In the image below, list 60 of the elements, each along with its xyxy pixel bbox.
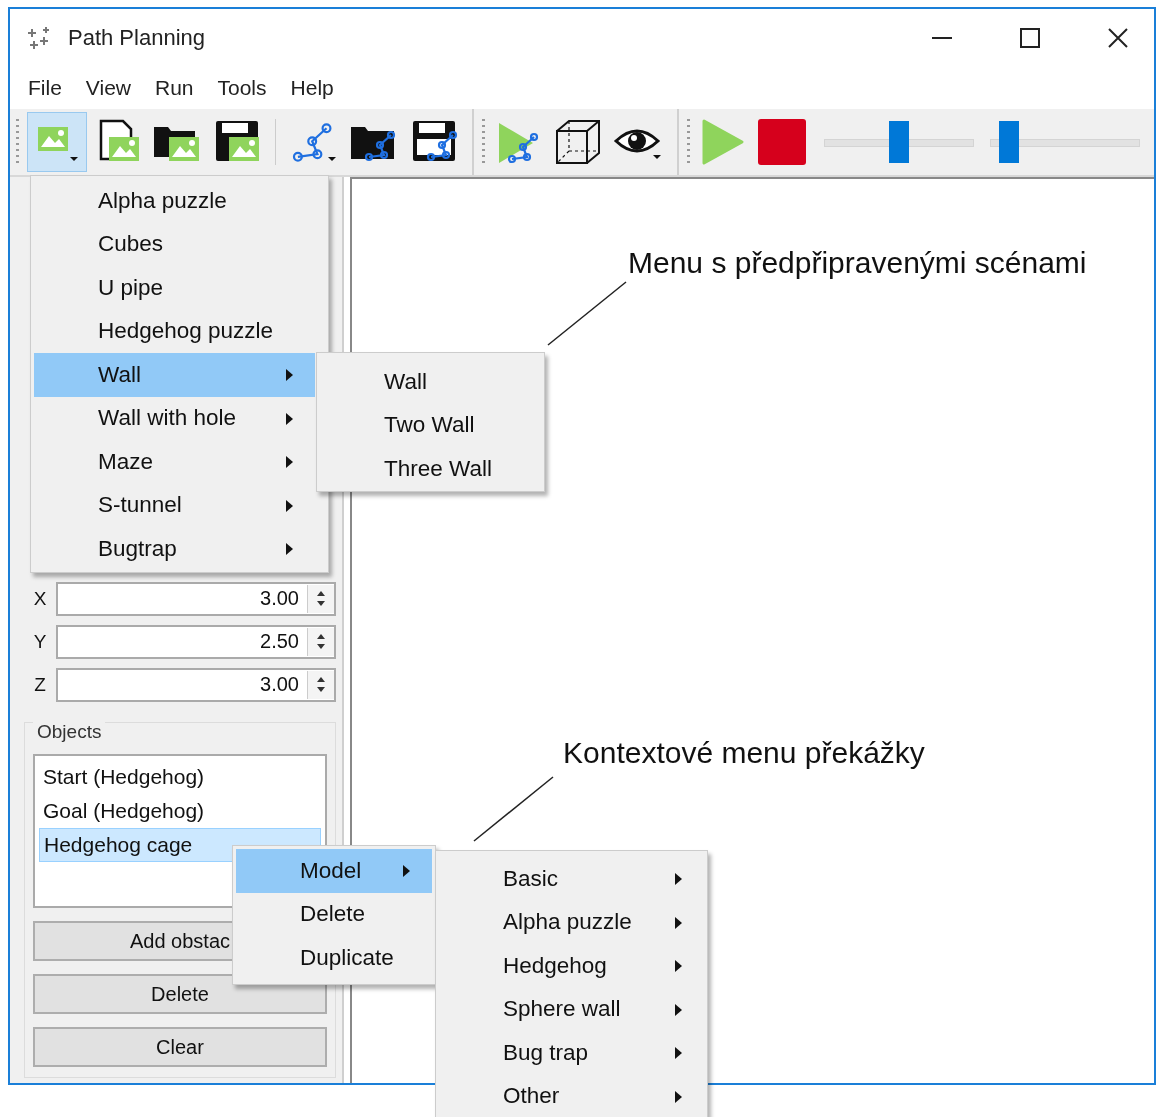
submenu-arrow-icon (675, 1003, 682, 1016)
menu-item[interactable]: Cubes (34, 222, 315, 266)
slider-thumb[interactable] (889, 121, 909, 163)
list-item[interactable]: Start (Hedgehog) (39, 760, 321, 794)
menu-item[interactable]: Hedgehog (439, 944, 704, 988)
menu-item[interactable]: Bug trap (439, 1031, 704, 1075)
submenu-arrow-icon (286, 543, 293, 555)
spin-box[interactable]: 2.50 (56, 624, 336, 659)
menu-item[interactable]: S-tunnel (34, 483, 315, 527)
submenu-arrow-icon (675, 960, 682, 972)
menu-item[interactable]: Hedgehog puzzle (34, 309, 315, 353)
menu-item[interactable]: Sphere wall (439, 987, 704, 1031)
submenu-arrow-icon (286, 499, 293, 512)
coordinate-label: Y (32, 630, 48, 653)
spin-arrows-icon[interactable] (307, 584, 334, 613)
menu-item[interactable]: Two Wall (320, 403, 541, 447)
submenu-arrow-icon (675, 1090, 682, 1103)
submenu-arrow-icon (286, 456, 293, 468)
menu-bar-item[interactable]: File (16, 72, 74, 104)
spin-box[interactable]: 3.00 (56, 667, 336, 702)
submenu-arrow-icon (286, 412, 293, 425)
slider[interactable] (990, 119, 1140, 165)
annotation-text: Kontextové menu překážky (563, 736, 925, 770)
push-button[interactable]: Clear (33, 1027, 327, 1067)
menu-item[interactable]: Model (236, 849, 432, 893)
menu-item[interactable]: Alpha puzzle (34, 179, 315, 223)
close-icon[interactable] (1106, 26, 1130, 50)
menu-bar-item[interactable]: Run (143, 72, 206, 104)
group-title: Objects (33, 721, 106, 743)
menu-bar-item[interactable]: Help (278, 72, 346, 104)
coordinate-label: Z (33, 673, 47, 696)
list-item[interactable]: Goal (Hedgehog) (39, 794, 321, 828)
stop-icon[interactable] (756, 117, 808, 167)
submenu-arrow-icon (403, 865, 410, 877)
menu-item[interactable]: Basic (439, 857, 704, 901)
submenu-arrow-icon (675, 873, 682, 885)
annotation-text: Menu s předpřipravenými scénami (628, 246, 1087, 280)
menu-item[interactable]: Alpha puzzle (439, 900, 704, 944)
menu-item[interactable]: Wall (34, 353, 315, 397)
push-button[interactable]: Delete (33, 974, 327, 1014)
spin-box[interactable]: 3.00 (56, 581, 336, 616)
maximize-icon[interactable] (1018, 26, 1042, 50)
menu-item[interactable]: Bugtrap (34, 527, 315, 571)
menu-item[interactable]: Three Wall (320, 447, 541, 491)
submenu-arrow-icon (675, 1047, 682, 1059)
slider-thumb[interactable] (999, 121, 1020, 163)
submenu-arrow-icon (286, 369, 293, 381)
spin-arrows-icon[interactable] (307, 627, 334, 656)
coordinate-label: X (32, 587, 48, 610)
menu-item[interactable]: Wall with hole (34, 396, 315, 440)
menu-bar-item[interactable]: Tools (205, 72, 279, 104)
spin-arrows-icon[interactable] (307, 670, 334, 699)
menu-bar-item[interactable]: View (73, 72, 143, 104)
menu-item[interactable]: Maze (34, 440, 315, 484)
window-title: Path Planning (68, 25, 205, 51)
menu-item[interactable]: Wall (320, 360, 541, 404)
submenu-arrow-icon (675, 916, 682, 929)
menu-item[interactable]: Other (439, 1074, 704, 1117)
menu-item[interactable]: U pipe (34, 266, 315, 310)
slider[interactable] (824, 119, 974, 165)
